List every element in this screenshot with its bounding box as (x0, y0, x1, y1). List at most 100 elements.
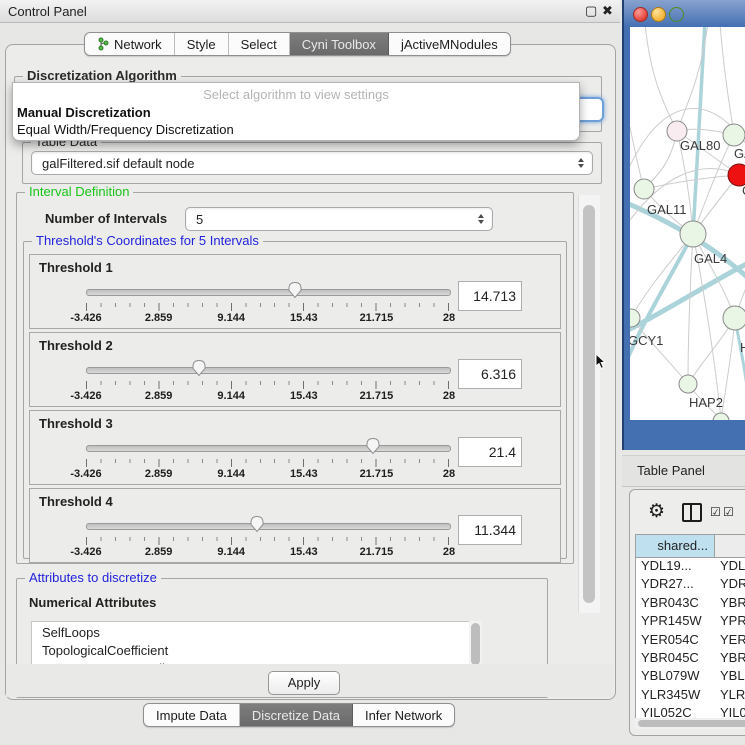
network-node[interactable] (723, 124, 745, 146)
table-row[interactable]: YBR043CYBR0 (636, 595, 745, 613)
slider-track[interactable] (86, 367, 451, 374)
tab-network[interactable]: Network (85, 33, 175, 55)
close-traffic-light-icon[interactable] (633, 7, 648, 22)
threshold-value-field[interactable]: 11.344 (458, 515, 522, 545)
slider-track[interactable] (86, 445, 451, 452)
dropdown-option-equal-width[interactable]: Equal Width/Frequency Discretization (13, 121, 579, 138)
apply-button[interactable]: Apply (268, 671, 340, 695)
cell-name[interactable]: YER0 (715, 632, 745, 650)
slider-track[interactable] (86, 289, 451, 296)
tick-label: 15.43 (290, 312, 318, 324)
zoom-traffic-light-icon[interactable] (669, 7, 684, 22)
table-row[interactable]: YBR045CYBR0 (636, 650, 745, 668)
checkbox-icon[interactable]: ☑ (723, 505, 734, 519)
num-intervals-combobox[interactable]: 5 (185, 207, 493, 231)
dropdown-option-manual[interactable]: Manual Discretization (13, 104, 579, 121)
tab-infer-network[interactable]: Infer Network (353, 704, 454, 726)
network-node[interactable] (680, 221, 706, 247)
threshold-slider[interactable]: -3.4262.8599.14415.4321.71528 (86, 439, 449, 477)
tick-label: 28 (443, 468, 455, 480)
cyni-mode-tabs: Impute Data Discretize Data Infer Networ… (143, 703, 455, 727)
node-table: shared... n YDL19...YDL1YDR27...YDR2YBR0… (635, 534, 745, 725)
slider-thumb[interactable] (365, 437, 380, 458)
tick-label: 2.859 (145, 468, 173, 480)
slider-track[interactable] (86, 523, 451, 530)
tick-label: 28 (443, 390, 455, 402)
cell-name[interactable]: YBR0 (715, 595, 745, 613)
screen: Control Panel ▢ ✖ Network Style Select C… (0, 0, 745, 745)
table-data-combobox[interactable]: galFiltered.sif default node (31, 151, 593, 175)
tick-label: 21.715 (360, 546, 394, 558)
cell-shared-name[interactable]: YDL19... (636, 558, 715, 576)
float-window-icon[interactable]: ▢ (585, 3, 597, 19)
major-tick-marks (86, 459, 449, 467)
slider-thumb[interactable] (288, 281, 303, 302)
column-header-name[interactable]: n (715, 535, 745, 557)
cell-shared-name[interactable]: YPR145W (636, 613, 715, 631)
cell-shared-name[interactable]: YBR043C (636, 595, 715, 613)
attribute-list-item[interactable]: SelfLoops (42, 624, 478, 642)
network-node[interactable] (679, 375, 697, 393)
cell-name[interactable]: YDL1 (715, 558, 745, 576)
tab-discretize-data[interactable]: Discretize Data (240, 704, 353, 726)
tick-label: -3.426 (70, 390, 101, 402)
tick-label: 15.43 (290, 390, 318, 402)
threshold-slider[interactable]: -3.4262.8599.14415.4321.71528 (86, 361, 449, 399)
cell-name[interactable]: YLR3 (715, 687, 745, 705)
network-node-label: GAL80 (680, 138, 720, 153)
attributes-list-scrollbar[interactable] (469, 621, 482, 667)
num-intervals-value: 5 (186, 212, 473, 227)
checkbox-icon[interactable]: ☑ (710, 505, 721, 519)
attribute-list-item[interactable]: TopologicalCoefficient (42, 642, 478, 660)
table-row[interactable]: YBL079WYBL0 (636, 668, 745, 686)
tab-impute-data[interactable]: Impute Data (144, 704, 240, 726)
network-node[interactable] (723, 306, 745, 330)
columns-icon[interactable] (682, 503, 702, 522)
tab-cyni-toolbox[interactable]: Cyni Toolbox (290, 33, 389, 55)
cell-name[interactable]: YBL0 (715, 668, 745, 686)
tab-label: jActiveMNodules (401, 37, 498, 52)
table-horizontal-scrollbar[interactable] (635, 718, 745, 729)
threshold-value-field[interactable]: 14.713 (458, 281, 522, 311)
tick-label: 21.715 (360, 390, 394, 402)
network-node[interactable] (634, 179, 654, 199)
cell-name[interactable]: YPR1 (715, 613, 745, 631)
cell-name[interactable]: YBR0 (715, 650, 745, 668)
network-node-label: GA (734, 146, 745, 161)
network-canvas[interactable]: GAL80GACGAL11GAL4GCY1HHAP2 (630, 27, 745, 420)
table-data-group: Table Data galFiltered.sif default node (22, 142, 602, 184)
tab-label: Cyni Toolbox (302, 37, 376, 52)
tab-label: Infer Network (365, 708, 442, 723)
table-row[interactable]: YLR345WYLR3 (636, 687, 745, 705)
cell-shared-name[interactable]: YLR345W (636, 687, 715, 705)
tick-label: 15.43 (290, 546, 318, 558)
threshold-slider[interactable]: -3.4262.8599.14415.4321.71528 (86, 283, 449, 321)
cell-name[interactable]: YDR2 (715, 576, 745, 594)
cell-shared-name[interactable]: YER054C (636, 632, 715, 650)
tab-label: Network (114, 37, 162, 52)
tab-style[interactable]: Style (175, 33, 229, 55)
gear-icon[interactable]: ⚙ (648, 500, 665, 523)
slider-thumb[interactable] (249, 515, 264, 536)
tick-label: 9.144 (217, 390, 245, 402)
apply-bar: Apply (6, 664, 613, 697)
cell-shared-name[interactable]: YBL079W (636, 668, 715, 686)
close-window-icon[interactable]: ✖ (602, 3, 613, 19)
network-node-label: HAP2 (689, 395, 723, 410)
table-row[interactable]: YPR145WYPR1 (636, 613, 745, 631)
cell-shared-name[interactable]: YBR045C (636, 650, 715, 668)
slider-thumb[interactable] (191, 359, 206, 380)
settings-vertical-scrollbar[interactable] (578, 195, 600, 613)
threshold-value-field[interactable]: 6.316 (458, 359, 522, 389)
threshold-slider[interactable]: -3.4262.8599.14415.4321.71528 (86, 517, 449, 555)
stepper-arrows-icon (573, 158, 588, 168)
table-row[interactable]: YDL19...YDL1 (636, 558, 745, 576)
cell-shared-name[interactable]: YDR27... (636, 576, 715, 594)
minimize-traffic-light-icon[interactable] (651, 7, 666, 22)
tab-select[interactable]: Select (229, 33, 290, 55)
threshold-value-field[interactable]: 21.4 (458, 437, 522, 467)
tab-jactivemnodules[interactable]: jActiveMNodules (389, 33, 510, 55)
column-header-shared-name[interactable]: shared... (636, 535, 715, 557)
table-row[interactable]: YER054CYER0 (636, 632, 745, 650)
table-row[interactable]: YDR27...YDR2 (636, 576, 745, 594)
